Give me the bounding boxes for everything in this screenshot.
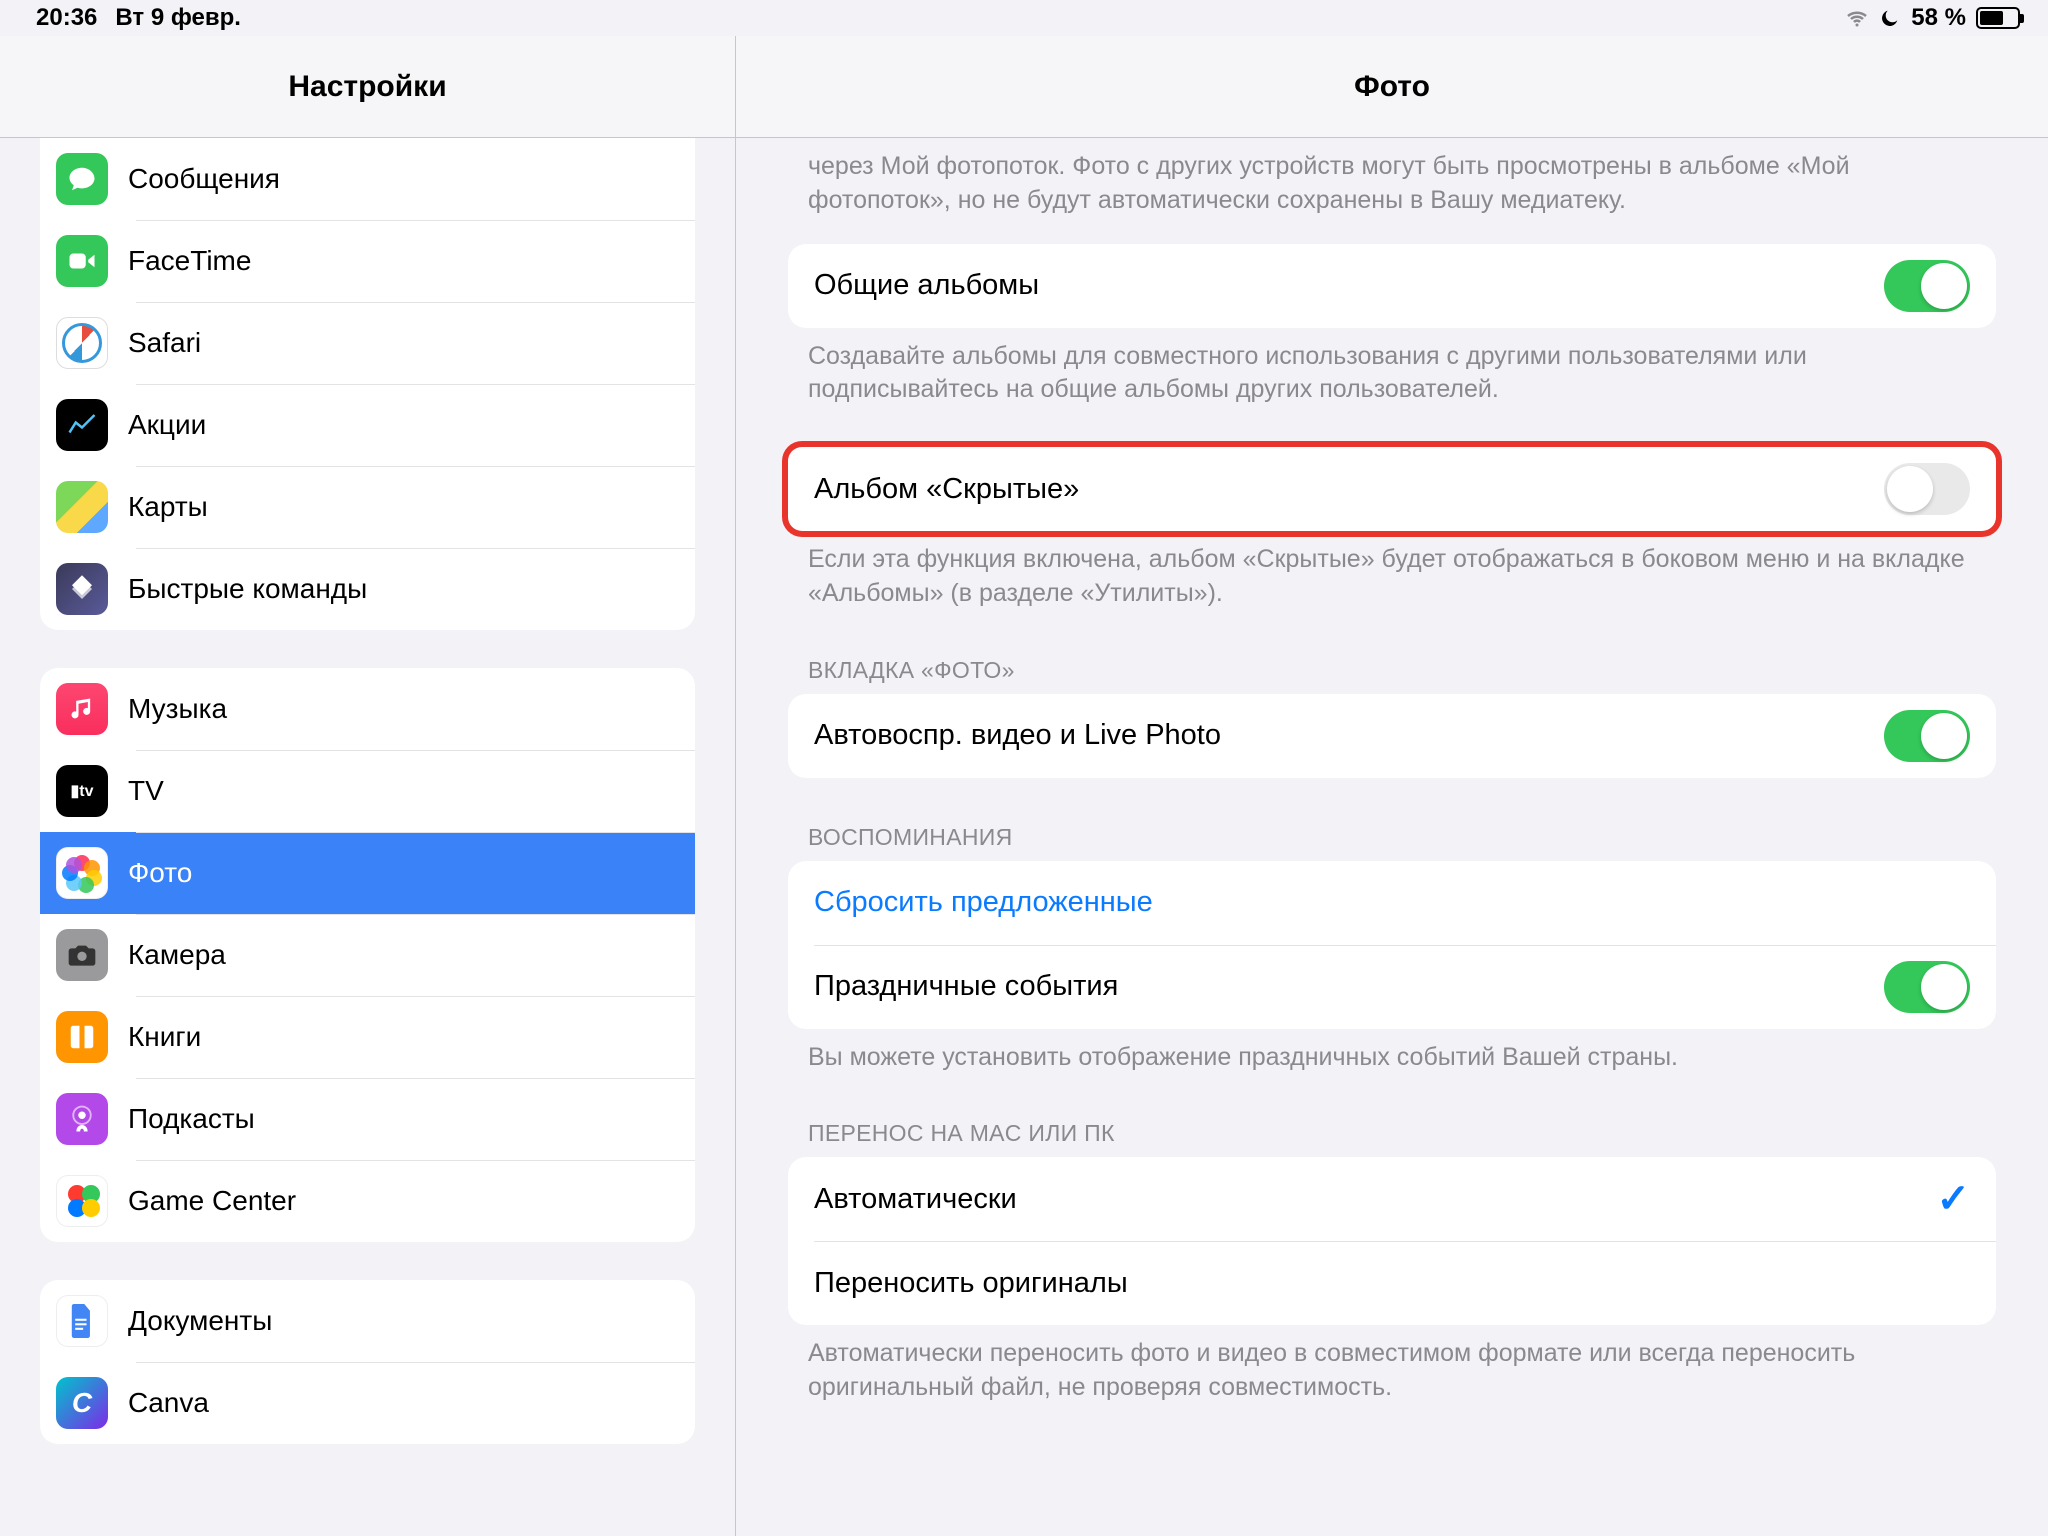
sidebar-item-messages[interactable]: Сообщения xyxy=(40,138,695,220)
photos-icon xyxy=(56,847,108,899)
sidebar-item-label: Камера xyxy=(128,939,671,971)
transfer-originals-row[interactable]: Переносить оригиналы xyxy=(788,1241,1996,1325)
photostream-note: через Мой фотопоток. Фото с других устро… xyxy=(788,138,1996,218)
sidebar-item-docs[interactable]: Документы xyxy=(40,1280,695,1362)
battery-icon xyxy=(1976,7,2020,29)
holiday-events-label: Праздничные события xyxy=(814,970,1884,1003)
transfer-card: Автоматически ✓ Переносить оригиналы xyxy=(788,1157,1996,1325)
sidebar-item-label: FaceTime xyxy=(128,245,671,277)
sidebar-item-gc[interactable]: Game Center xyxy=(40,1160,695,1242)
reset-suggested-label: Сбросить предложенные xyxy=(814,886,1970,919)
sidebar-item-label: Game Center xyxy=(128,1185,671,1217)
detail-header: Фото xyxy=(736,36,2048,138)
sidebar-header: Настройки xyxy=(0,36,735,138)
photo-tab-card: Автовоспр. видео и Live Photo xyxy=(788,694,1996,778)
transfer-auto-label: Автоматически xyxy=(814,1183,1936,1216)
photo-tab-header: ВКЛАДКА «ФОТО» xyxy=(788,611,1996,694)
sidebar-item-label: Документы xyxy=(128,1305,671,1337)
sidebar-item-label: Сообщения xyxy=(128,163,671,195)
stocks-icon xyxy=(56,399,108,451)
sidebar-item-canva[interactable]: C Canva xyxy=(40,1362,695,1444)
sidebar-item-podcasts[interactable]: Подкасты xyxy=(40,1078,695,1160)
memories-header: ВОСПОМИНАНИЯ xyxy=(788,778,1996,861)
sidebar-item-camera[interactable]: Камера xyxy=(40,914,695,996)
messages-icon xyxy=(56,153,108,205)
detail-panel: Фото через Мой фотопоток. Фото с других … xyxy=(736,36,2048,1536)
sidebar-scroll[interactable]: Сообщения FaceTime Safari Акции Карты Быстрые… xyxy=(0,138,735,1536)
sidebar-item-books[interactable]: Книги xyxy=(40,996,695,1078)
shared-albums-switch[interactable] xyxy=(1884,260,1970,312)
memories-card: Сбросить предложенные Праздничные событи… xyxy=(788,861,1996,1029)
sidebar-item-photos[interactable]: Фото xyxy=(40,832,695,914)
books-icon xyxy=(56,1011,108,1063)
hidden-album-card: Альбом «Скрытые» xyxy=(788,447,1996,531)
status-date: Вт 9 февр. xyxy=(115,4,241,32)
docs-icon xyxy=(56,1295,108,1347)
status-time: 20:36 xyxy=(36,4,97,32)
sidebar-item-label: Быстрые команды xyxy=(128,573,671,605)
memories-note: Вы можете установить отображение праздни… xyxy=(788,1029,1996,1075)
sidebar-item-label: Safari xyxy=(128,327,671,359)
autoplay-label: Автовоспр. видео и Live Photo xyxy=(814,719,1884,752)
sidebar-item-safari[interactable]: Safari xyxy=(40,302,695,384)
shared-albums-row[interactable]: Общие альбомы xyxy=(788,244,1996,328)
maps-icon xyxy=(56,481,108,533)
dnd-moon-icon xyxy=(1879,7,1901,29)
sidebar-item-label: Подкасты xyxy=(128,1103,671,1135)
status-bar: 20:36 Вт 9 февр. 58 % xyxy=(0,0,2048,36)
shared-albums-note: Создавайте альбомы для совместного испол… xyxy=(788,328,1996,408)
sidebar-item-label: Canva xyxy=(128,1387,671,1419)
sidebar-item-label: Фото xyxy=(128,857,671,889)
sidebar-item-tv[interactable]: ▮tv TV xyxy=(40,750,695,832)
canva-icon: C xyxy=(56,1377,108,1429)
transfer-auto-row[interactable]: Автоматически ✓ xyxy=(788,1157,1996,1241)
shared-albums-label: Общие альбомы xyxy=(814,269,1884,302)
hidden-album-note: Если эта функция включена, альбом «Скрыт… xyxy=(788,531,1996,611)
transfer-originals-label: Переносить оригиналы xyxy=(814,1267,1970,1300)
autoplay-switch[interactable] xyxy=(1884,710,1970,762)
transfer-header: ПЕРЕНОС НА MAC ИЛИ ПК xyxy=(788,1074,1996,1157)
holiday-events-switch[interactable] xyxy=(1884,961,1970,1013)
sidebar-item-shortcuts[interactable]: Быстрые команды xyxy=(40,548,695,630)
tv-icon: ▮tv xyxy=(56,765,108,817)
shortcuts-icon xyxy=(56,563,108,615)
safari-icon xyxy=(56,317,108,369)
shared-albums-card: Общие альбомы xyxy=(788,244,1996,328)
hidden-album-switch[interactable] xyxy=(1884,463,1970,515)
podcasts-icon xyxy=(56,1093,108,1145)
sidebar-item-label: Книги xyxy=(128,1021,671,1053)
sidebar-title: Настройки xyxy=(288,70,446,104)
checkmark-icon: ✓ xyxy=(1936,1176,1970,1222)
sidebar-item-music[interactable]: Музыка xyxy=(40,668,695,750)
wifi-icon xyxy=(1845,6,1869,30)
facetime-icon xyxy=(56,235,108,287)
music-icon xyxy=(56,683,108,735)
sidebar-item-label: Карты xyxy=(128,491,671,523)
reset-suggested-row[interactable]: Сбросить предложенные xyxy=(788,861,1996,945)
sidebar-item-label: Музыка xyxy=(128,693,671,725)
settings-sidebar: Настройки Сообщения FaceTime Safari Акции Ка… xyxy=(0,36,736,1536)
sidebar-item-label: Акции xyxy=(128,409,671,441)
hidden-album-row[interactable]: Альбом «Скрытые» xyxy=(788,447,1996,531)
detail-title: Фото xyxy=(1354,70,1430,104)
battery-percent: 58 % xyxy=(1911,4,1966,32)
transfer-note: Автоматически переносить фото и видео в … xyxy=(788,1325,1996,1405)
sidebar-item-label: TV xyxy=(128,775,671,807)
camera-icon xyxy=(56,929,108,981)
sidebar-item-stocks[interactable]: Акции xyxy=(40,384,695,466)
holiday-events-row[interactable]: Праздничные события xyxy=(788,945,1996,1029)
gc-icon xyxy=(56,1175,108,1227)
autoplay-row[interactable]: Автовоспр. видео и Live Photo xyxy=(788,694,1996,778)
sidebar-item-maps[interactable]: Карты xyxy=(40,466,695,548)
sidebar-item-facetime[interactable]: FaceTime xyxy=(40,220,695,302)
hidden-album-label: Альбом «Скрытые» xyxy=(814,473,1884,506)
